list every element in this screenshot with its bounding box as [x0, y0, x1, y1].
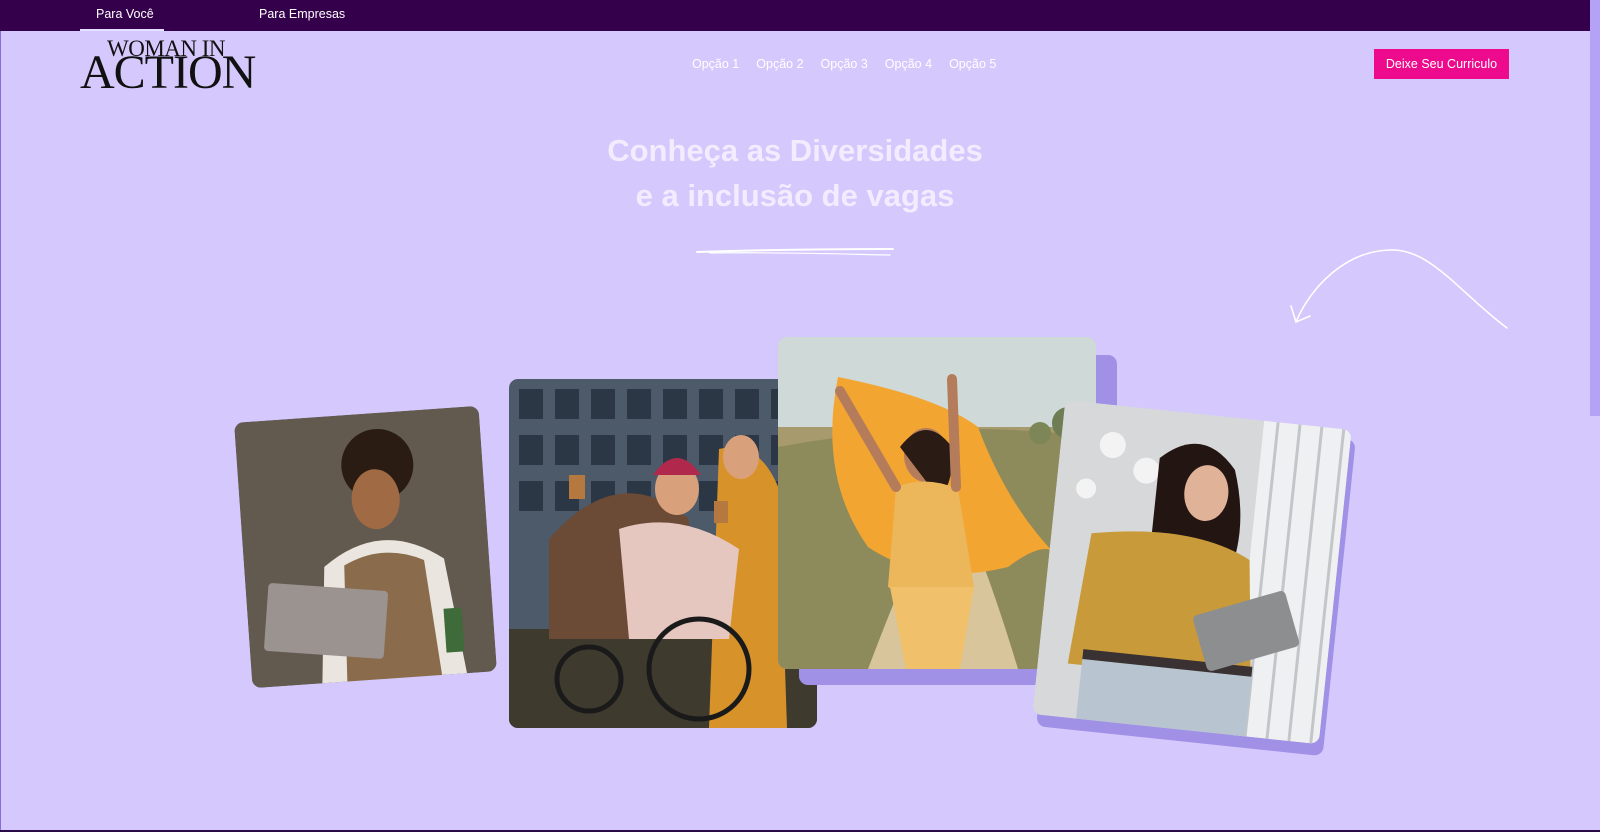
top-bar: Para Você Para Empresas	[0, 0, 1600, 31]
woman-tablet-photo	[1032, 399, 1352, 745]
friends-wheelchair-photo	[509, 379, 817, 728]
hero-heading: Conheça as Diversidades e a inclusão de …	[500, 128, 1090, 218]
woman-phone-laptop-photo	[234, 405, 497, 689]
nav-item-opcao-3[interactable]: Opção 3	[821, 57, 868, 73]
hero-heading-line-2: e a inclusão de vagas	[635, 178, 955, 213]
hero-heading-line-1: Conheça as Diversidades	[607, 133, 983, 168]
logo[interactable]: WOMAN IN ACTION	[80, 36, 264, 97]
tab-para-empresas-label: Para Empresas	[259, 7, 346, 21]
nav-item-opcao-2[interactable]: Opção 2	[756, 57, 803, 73]
tab-para-voce[interactable]: Para Você	[80, 0, 164, 31]
tab-para-voce-label: Para Você	[96, 7, 154, 21]
nav-item-opcao-1[interactable]: Opção 1	[692, 57, 739, 73]
page-left-border	[0, 31, 1, 832]
nav-item-opcao-4[interactable]: Opção 4	[885, 57, 932, 73]
cta-button[interactable]: Deixe Seu Curriculo	[1374, 49, 1509, 79]
scrollbar-thumb[interactable]	[1590, 0, 1600, 416]
underline-scribble	[696, 248, 894, 256]
curved-arrow-icon	[1290, 249, 1508, 329]
nav-item-opcao-5[interactable]: Opção 5	[949, 57, 996, 73]
main-nav: Opção 1 Opção 2 Opção 3 Opção 4 Opção 5	[692, 57, 996, 73]
tab-para-empresas[interactable]: Para Empresas	[259, 0, 359, 29]
logo-line-2: ACTION	[80, 46, 256, 99]
